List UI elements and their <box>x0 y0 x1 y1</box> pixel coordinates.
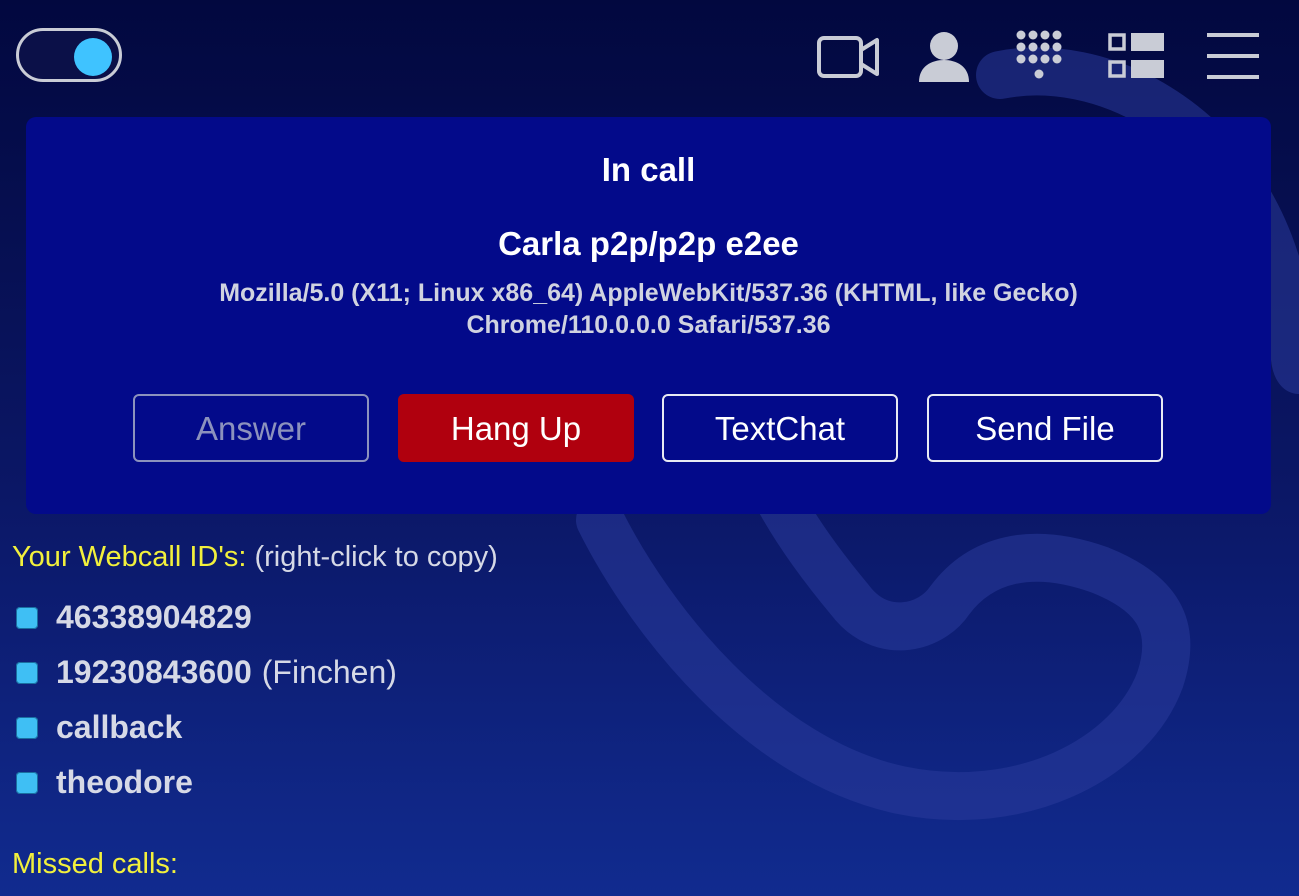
peer-user-agent: Mozilla/5.0 (X11; Linux x86_64) AppleWeb… <box>219 279 1078 339</box>
webcall-id: theodore <box>56 764 193 800</box>
webcall-id: 19230843600 <box>56 654 252 690</box>
webcall-id-list: 46338904829 19230843600 (Finchen) callba… <box>16 590 397 810</box>
call-status: In call <box>601 151 696 188</box>
video-camera-icon[interactable] <box>816 30 880 84</box>
id-checkbox[interactable] <box>16 771 38 794</box>
webcall-id-item[interactable]: theodore <box>16 755 397 810</box>
webcall-ids-title: Your Webcall ID's: <box>12 541 247 573</box>
webcall-id: 46338904829 <box>56 599 252 635</box>
dialpad-icon[interactable] <box>1008 30 1072 84</box>
hamburger-menu-icon[interactable] <box>1201 30 1265 84</box>
webcall-id-item[interactable]: 19230843600 (Finchen) <box>16 645 397 700</box>
online-toggle[interactable] <box>16 28 122 82</box>
id-checkbox[interactable] <box>16 716 38 739</box>
layout-icon[interactable] <box>1104 30 1168 84</box>
answer-button[interactable]: Answer <box>133 394 369 462</box>
send-file-button[interactable]: Send File <box>927 394 1163 462</box>
webcall-id: callback <box>56 709 183 745</box>
person-icon[interactable] <box>912 30 976 84</box>
id-checkbox[interactable] <box>16 661 38 684</box>
peer-name: Carla p2p/p2p e2ee <box>498 225 799 262</box>
webcall-ids-heading: Your Webcall ID's: (right-click to copy) <box>12 541 498 574</box>
webcall-id-alias: (Finchen) <box>261 654 397 690</box>
toggle-knob <box>74 38 112 76</box>
call-panel: In call Carla p2p/p2p e2ee Mozilla/5.0 (… <box>26 117 1271 514</box>
copy-hint: (right-click to copy) <box>254 541 498 573</box>
id-checkbox[interactable] <box>16 606 38 629</box>
text-chat-button[interactable]: TextChat <box>662 394 898 462</box>
missed-calls-heading: Missed calls: <box>12 848 178 880</box>
hang-up-button[interactable]: Hang Up <box>398 394 634 462</box>
webcall-id-item[interactable]: callback <box>16 700 397 755</box>
webcall-id-item[interactable]: 46338904829 <box>16 590 397 645</box>
